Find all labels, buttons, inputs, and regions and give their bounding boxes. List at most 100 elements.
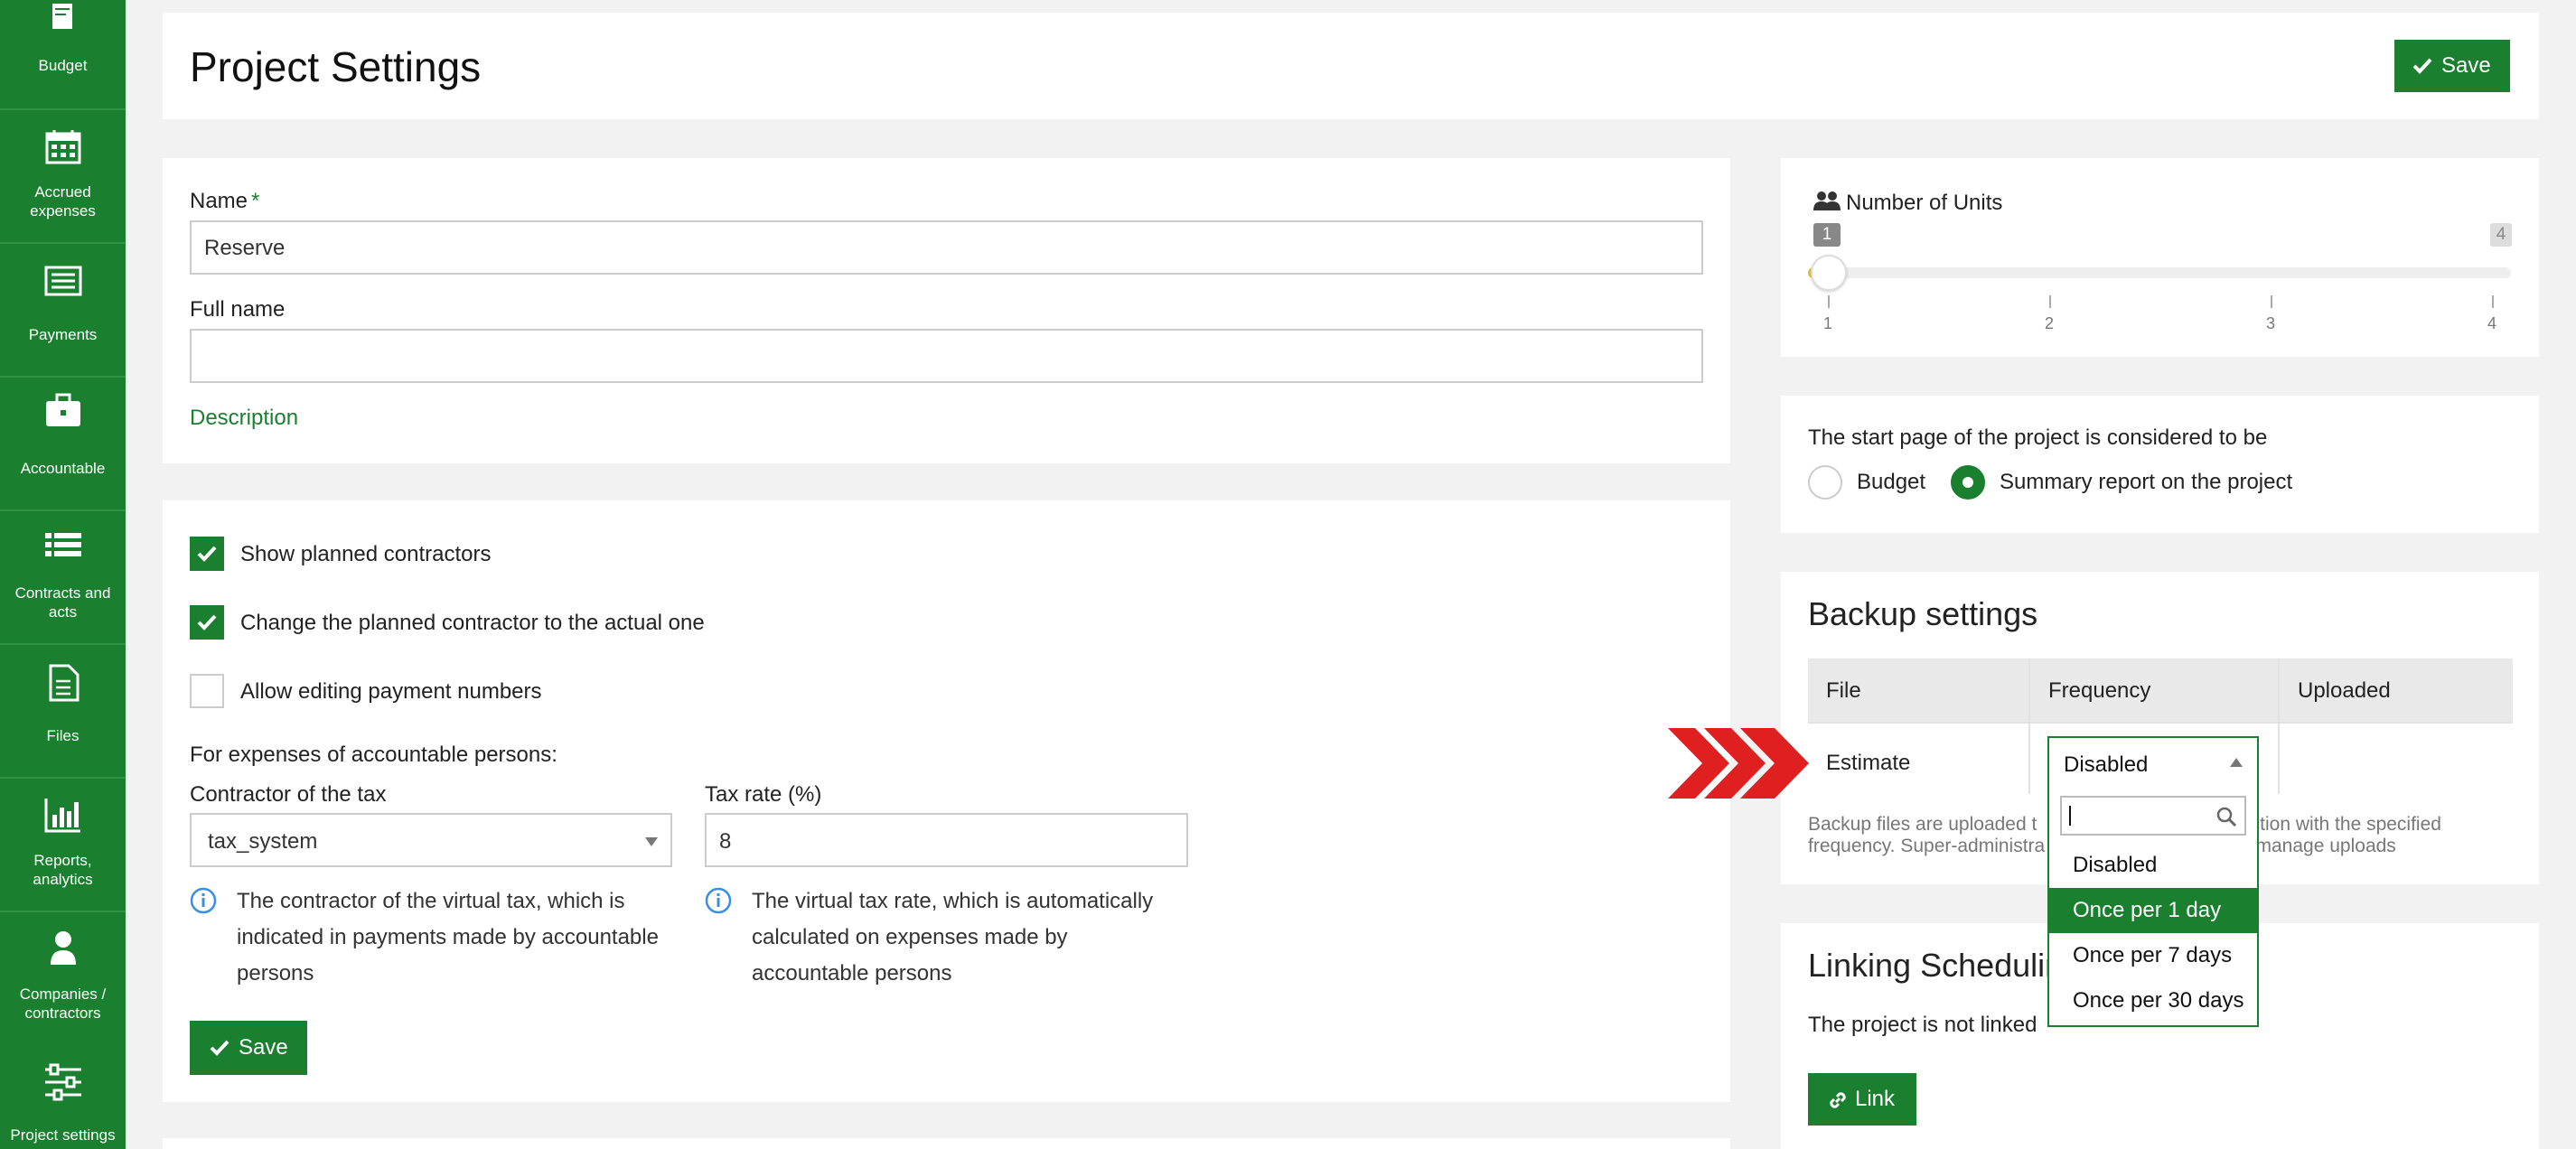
sidebar-item-label: Accrued expenses (30, 183, 96, 220)
dropdown-search-input[interactable] (2060, 796, 2246, 836)
fullname-field[interactable] (190, 329, 1703, 383)
col-uploaded: Uploaded (2298, 678, 2391, 703)
col-frequency: Frequency (2048, 678, 2151, 703)
tax-contractor-select[interactable]: tax_system (190, 813, 672, 867)
frequency-select-value: Disabled (2064, 752, 2149, 777)
save-button-header[interactable]: Save (2394, 40, 2510, 92)
dropdown-option[interactable]: Once per 7 days (2049, 933, 2257, 978)
description-link[interactable]: Description (190, 406, 298, 431)
table-divider (2278, 659, 2280, 794)
backup-title: Backup settings (1808, 595, 2038, 632)
sidebar: Budget Accrued expenses Payments Account… (0, 0, 126, 1149)
header-card: Project Settings Save (163, 13, 2539, 119)
table-row-divider (1808, 722, 2513, 724)
tax-contractor-label: Contractor of the tax (190, 782, 387, 807)
save-button-label: Save (239, 1035, 288, 1060)
sidebar-item-project-settings[interactable]: Project settings (0, 1044, 126, 1149)
units-tick-mark (2049, 295, 2051, 308)
save-button-options[interactable]: Save (190, 1021, 307, 1075)
check-icon (197, 614, 217, 631)
allow-editing-label: Allow editing payment numbers (240, 679, 542, 704)
chevron-arrow-icon (1668, 728, 1809, 799)
row-file-estimate: Estimate (1826, 751, 1911, 775)
tax-rate-field[interactable]: 8 (705, 813, 1188, 867)
units-card: Number of Units 1 4 1 2 3 4 (1781, 158, 2539, 357)
units-tick-label: 1 (1823, 314, 1833, 332)
table-header (1808, 659, 2513, 722)
dropdown-option[interactable]: Disabled (2049, 843, 2257, 888)
summary-radio[interactable] (1951, 465, 1985, 500)
book-icon (52, 4, 72, 29)
tax-contractor-info: The contractor of the virtual tax, which… (237, 883, 707, 992)
dropdown-option[interactable]: Once per 1 day (2049, 888, 2257, 933)
tax-contractor-value: tax_system (208, 829, 318, 854)
frequency-dropdown: Disabled Once per 1 day Once per 7 days … (2047, 789, 2259, 1027)
start-page-heading: The start page of the project is conside… (1808, 425, 2268, 450)
sidebar-item-label: Accountable (20, 460, 106, 477)
expenses-heading: For expenses of accountable persons: (190, 743, 557, 767)
info-line: calculated on expenses made by (752, 925, 1068, 949)
user-icon (51, 931, 76, 965)
backup-note-line1-right: ection with the specified (2240, 814, 2441, 835)
name-label-text: Name (190, 189, 248, 213)
table-divider (2028, 659, 2030, 794)
sidebar-item-accountable[interactable]: Accountable (0, 376, 126, 511)
change-planned-checkbox[interactable] (190, 605, 224, 640)
sidebar-item-companies[interactable]: Companies / contractors (0, 911, 126, 1046)
briefcase-icon (46, 393, 80, 426)
dropdown-option[interactable]: Once per 30 days (2049, 978, 2257, 1023)
sidebar-item-files[interactable]: Files (0, 643, 126, 779)
summary-radio-label: Summary report on the project (2000, 470, 2293, 494)
backup-note-line2-right: o manage uploads (2240, 836, 2396, 856)
allow-editing-checkbox[interactable] (190, 674, 224, 708)
units-title: Number of Units (1846, 191, 2003, 215)
units-tick-mark (2492, 295, 2494, 308)
sidebar-item-accrued-expenses[interactable]: Accrued expenses (0, 108, 126, 244)
linking-title: Linking Schedulin (1808, 947, 2064, 984)
bar-chart-icon (44, 799, 80, 833)
sidebar-item-contracts[interactable]: Contracts and acts (0, 509, 126, 645)
file-icon (49, 664, 80, 702)
start-page-card: The start page of the project is conside… (1781, 396, 2539, 533)
sidebar-item-label: Reports, analytics (33, 852, 93, 888)
name-field-value: Reserve (204, 236, 286, 260)
sidebar-item-budget[interactable]: Budget (0, 0, 126, 110)
check-icon (2412, 58, 2432, 74)
required-mark: * (251, 189, 260, 213)
units-slider-handle[interactable] (1811, 255, 1847, 291)
options-card: Show planned contractors Change the plan… (163, 500, 1730, 1102)
units-tick-label: 2 (2045, 314, 2055, 332)
link-button-label: Link (1855, 1087, 1896, 1111)
chevron-down-icon (645, 837, 658, 846)
frequency-select[interactable]: Disabled (2047, 736, 2259, 790)
fullname-label: Full name (190, 297, 286, 322)
sidebar-item-payments[interactable]: Payments (0, 242, 126, 378)
lower-card (163, 1138, 1730, 1149)
sidebar-item-reports[interactable]: Reports, analytics (0, 777, 126, 912)
units-tick-mark (2271, 295, 2272, 308)
units-max-badge: 4 (2490, 223, 2512, 247)
link-button[interactable]: Link (1808, 1073, 1916, 1126)
tax-rate-info: The virtual tax rate, which is automatic… (752, 883, 1240, 992)
tax-rate-label: Tax rate (%) (705, 782, 822, 807)
check-icon (197, 546, 217, 562)
calendar-icon (45, 130, 81, 164)
name-label: Name * (190, 189, 259, 214)
linking-status: The project is not linked (1808, 1013, 2037, 1037)
show-planned-checkbox[interactable] (190, 537, 224, 571)
info-line: The contractor of the virtual tax, which… (237, 889, 625, 913)
info-line: accountable persons (752, 961, 952, 986)
general-card: Name * Reserve Full name Description (163, 158, 1730, 463)
sidebar-item-label: Companies / contractors (19, 986, 107, 1022)
units-tick-label: 4 (2487, 314, 2497, 332)
sidebar-item-label: Project settings (10, 1126, 116, 1144)
units-slider-track[interactable] (1826, 267, 2511, 278)
info-line: persons (237, 961, 314, 986)
text-cursor (2069, 806, 2071, 826)
budget-radio[interactable] (1808, 465, 1842, 500)
budget-radio-label: Budget (1857, 470, 1926, 494)
users-icon (1813, 192, 1841, 210)
list-icon (45, 533, 81, 556)
name-field[interactable]: Reserve (190, 220, 1703, 275)
sidebar-item-label: Files (46, 727, 80, 744)
